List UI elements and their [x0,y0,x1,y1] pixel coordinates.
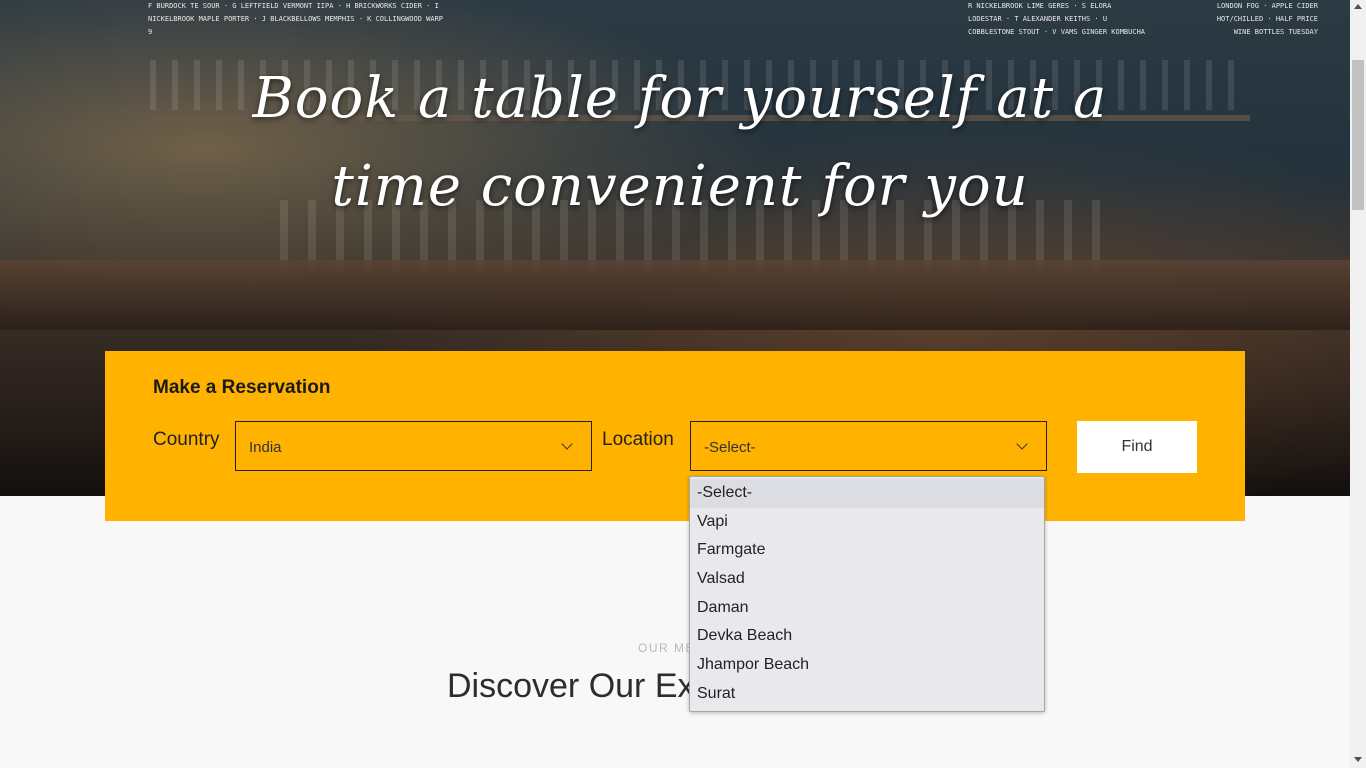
location-option[interactable]: Surat [690,680,1044,709]
location-dropdown-list: -Select- Vapi Farmgate Valsad Daman Devk… [689,476,1045,712]
reservation-heading: Make a Reservation [153,377,331,398]
hero-title-line1: Book a table for yourself at a [252,66,1108,131]
scrollbar-thumb[interactable] [1352,60,1364,210]
country-label: Country [153,429,220,450]
country-select[interactable]: India [235,421,592,471]
location-option[interactable]: Farmgate [690,536,1044,565]
location-select-value: -Select- [704,439,756,456]
chevron-down-icon [1016,438,1028,450]
location-select[interactable]: -Select- [690,421,1047,471]
location-option[interactable]: Devka Beach [690,622,1044,651]
location-label: Location [602,429,674,450]
scroll-down-icon[interactable] [1354,757,1362,762]
location-option[interactable]: Daman [690,594,1044,623]
location-option[interactable]: Jhampor Beach [690,651,1044,680]
reservation-panel: Make a Reservation Country India Locatio… [105,351,1245,521]
hero-title: Book a table for yourself at a time conv… [180,55,1180,231]
chalkboard-menu-middle: R NICKELBROOK LIME GERES · S ELORA LODES… [968,2,1146,36]
hero-title-line2: time convenient for you [331,154,1029,219]
hero-bar-counter [0,260,1350,330]
section-subtitle: OUR ME [638,641,695,655]
chalkboard-menu-left: F BURDOCK TE SOUR · G LEFTFIELD VERMONT … [148,2,444,36]
chalkboard-menu-right: LONDON FOG · APPLE CIDER HOT/CHILLED · H… [1216,2,1318,36]
country-select-value: India [249,439,282,456]
location-option[interactable]: -Select- [690,479,1044,508]
location-option[interactable]: Valsad [690,565,1044,594]
scroll-up-icon[interactable] [1354,4,1362,9]
location-option[interactable]: Vapi [690,508,1044,537]
find-button[interactable]: Find [1077,421,1197,473]
section-title: Discover Our Ex [447,667,695,705]
chevron-down-icon [561,438,573,450]
